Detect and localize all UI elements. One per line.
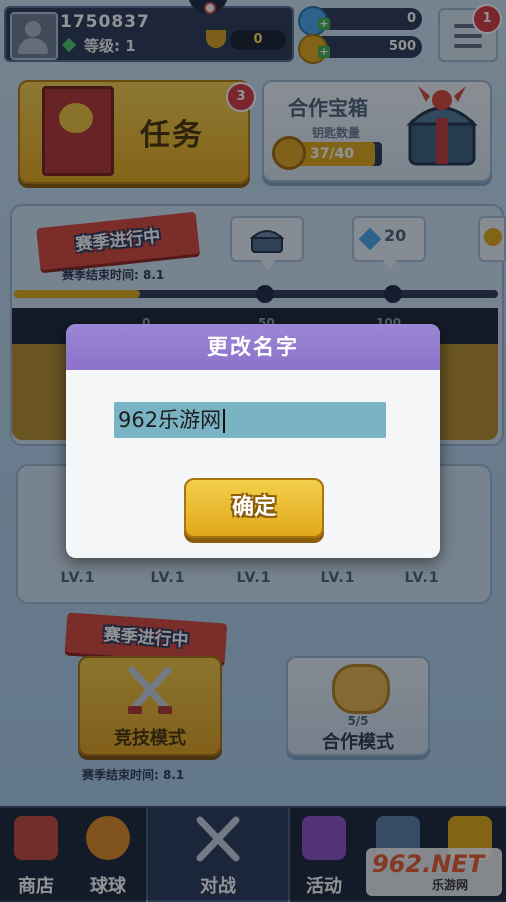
confirm-label: 确定 — [231, 495, 276, 520]
confirm-button[interactable]: 确定 — [184, 478, 324, 538]
name-input-value: 962乐游网 — [118, 408, 222, 432]
rename-dialog: 更改名字 962乐游网 确定 — [66, 324, 440, 558]
dialog-title: 更改名字 — [207, 335, 299, 359]
dialog-header: 更改名字 — [66, 324, 440, 370]
text-caret — [223, 409, 226, 433]
name-input[interactable]: 962乐游网 — [114, 402, 386, 438]
